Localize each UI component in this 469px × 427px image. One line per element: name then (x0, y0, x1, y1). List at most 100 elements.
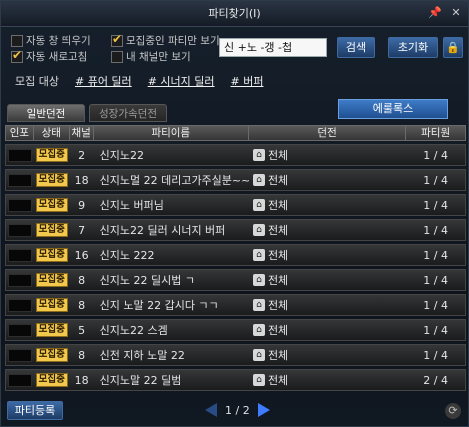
dungeon-cell: ⌂ 전체 (249, 347, 406, 363)
window-title: 파티찾기(I) (208, 7, 261, 20)
dungeon-lock-icon: ⌂ (252, 174, 265, 186)
party-name-cell: 신지노말 22 딜범 (99, 374, 182, 387)
dungeon-cell: ⌂ 전체 (249, 247, 406, 263)
header-members[interactable]: 파티원 (406, 126, 465, 140)
info-block (7, 173, 32, 187)
tag-buffer[interactable]: # 버퍼 (231, 73, 264, 89)
info-cell (6, 173, 34, 187)
search-button[interactable]: 검색 (337, 37, 375, 58)
info-cell (6, 373, 34, 387)
members-cell: 1 / 4 (423, 248, 448, 262)
dungeon-label: 전체 (267, 174, 289, 187)
close-icon[interactable]: ✕ (450, 7, 462, 19)
recruit-target-label: 모집 대상 (15, 75, 59, 88)
header-party-name[interactable]: 파티이름 (94, 126, 249, 140)
title-bar[interactable]: 파티찾기(I) 📌 ✕ (1, 1, 468, 27)
header-channel[interactable]: 채널 (70, 126, 94, 140)
channel-cell: 2 (78, 148, 86, 162)
info-cell (6, 148, 34, 162)
tab-growth-dungeon[interactable]: 성장가속던전 (89, 104, 167, 122)
status-badge: 모집중 (35, 348, 68, 362)
members-cell: 1 / 4 (423, 323, 448, 337)
dungeon-cell: ⌂ 전체 (249, 297, 406, 313)
header-dungeon[interactable]: 던전 (249, 126, 407, 140)
dungeon-label: 전체 (267, 299, 289, 312)
status-cell: 모집중 (34, 248, 70, 262)
members-cell: 1 / 4 (423, 273, 448, 287)
option-my-channel[interactable]: 내 채널만 보기 (111, 49, 191, 64)
party-name-cell: 신지노22 (99, 149, 144, 162)
dungeon-tabs: 일반던전 성장가속던전 (7, 104, 167, 122)
status-cell: 모집중 (34, 298, 70, 312)
info-block (7, 248, 32, 262)
dungeon-lock-icon: ⌂ (252, 374, 265, 386)
table-row[interactable]: 모집중 2 신지노22 ⌂ 전체 1 / 4 (5, 144, 466, 166)
tag-synergy-dealer[interactable]: # 시너지 딜러 (148, 73, 215, 89)
register-party-button[interactable]: 파티등록 (7, 401, 63, 420)
table-row[interactable]: 모집중 8 신지 노말 22 갑시다 ㄱㄱ ⌂ 전체 1 / 4 (5, 294, 466, 316)
table-row[interactable]: 모집중 18 신지노말 22 딜범 ⌂ 전체 2 / 4 (5, 369, 466, 391)
dungeon-label: 전체 (267, 349, 289, 362)
table-header: 인포 상태 채널 파티이름 던전 파티원 (5, 125, 466, 141)
search-input[interactable]: 신 +노 -갱 -첩 (219, 38, 327, 57)
channel-cell: 5 (78, 323, 86, 337)
table-row[interactable]: 모집중 16 신지노 222 ⌂ 전체 1 / 4 (5, 244, 466, 266)
party-finder-window: 파티찾기(I) 📌 ✕ 자동 창 띄우기 모집중인 파티만 보기 자동 새로고침… (0, 0, 469, 427)
dungeon-label: 전체 (267, 374, 289, 387)
table-row[interactable]: 모집중 8 신지노 22 딜시법 ㄱ ⌂ 전체 1 / 4 (5, 269, 466, 291)
tab-normal-dungeon[interactable]: 일반던전 (7, 104, 85, 122)
info-cell (6, 323, 34, 337)
members-cell: 1 / 4 (423, 198, 448, 212)
status-badge: 모집중 (35, 323, 68, 337)
channel-cell: 9 (78, 198, 86, 212)
pin-icon[interactable]: 📌 (428, 7, 442, 19)
dungeon-cell: ⌂ 전체 (249, 322, 406, 338)
checkbox-auto-refresh[interactable] (11, 48, 23, 63)
table-row[interactable]: 모집중 5 신지노22 스겜 ⌂ 전체 1 / 4 (5, 319, 466, 341)
dungeon-cell: ⌂ 전체 (249, 272, 406, 288)
option-auto-refresh[interactable]: 자동 새로고침 (11, 48, 88, 64)
channel-cell: 18 (74, 173, 89, 187)
status-badge: 모집중 (35, 298, 68, 312)
tag-pure-dealer[interactable]: # 퓨어 딜러 (75, 73, 132, 89)
option-recruiting-only[interactable]: 모집중인 파티만 보기 (111, 32, 220, 48)
dungeon-cell: ⌂ 전체 (249, 222, 406, 238)
channel-cell: 8 (78, 273, 86, 287)
option-label: 자동 새로고침 (26, 51, 88, 63)
dungeon-cell: ⌂ 전체 (249, 172, 406, 188)
members-cell: 1 / 4 (423, 173, 448, 187)
checkbox-my-channel[interactable] (111, 50, 123, 63)
option-auto-popup[interactable]: 자동 창 띄우기 (11, 33, 91, 48)
members-cell: 1 / 4 (423, 298, 448, 312)
party-name-cell: 신지노멀 22 데리고가주실분~~!! (99, 174, 249, 187)
dungeon-label: 전체 (267, 224, 289, 237)
option-label: 자동 창 띄우기 (26, 35, 91, 47)
table-row[interactable]: 모집중 9 신지노 버퍼님 ⌂ 전체 1 / 4 (5, 194, 466, 216)
checkbox-auto-popup[interactable] (11, 34, 23, 47)
status-cell: 모집중 (34, 348, 70, 362)
next-page-icon[interactable] (257, 403, 270, 417)
table-row[interactable]: 모집중 18 신지노멀 22 데리고가주실분~~!! ⌂ 전체 1 / 4 (5, 169, 466, 191)
party-name-cell: 신전 지하 노말 22 (99, 349, 185, 362)
header-status[interactable]: 상태 (34, 126, 70, 140)
channel-cell: 18 (74, 373, 89, 387)
dungeon-label: 전체 (267, 324, 289, 337)
header-info[interactable]: 인포 (6, 126, 34, 140)
info-block (7, 323, 32, 337)
dungeon-select-button[interactable]: 에룰록스 (338, 99, 448, 119)
info-cell (6, 248, 34, 262)
status-cell: 모집중 (34, 273, 70, 287)
refresh-icon[interactable]: ⟳ (445, 403, 461, 419)
status-badge: 모집중 (35, 373, 68, 387)
prev-page-icon[interactable] (205, 403, 217, 417)
status-cell: 모집중 (34, 173, 70, 187)
status-cell: 모집중 (34, 148, 70, 162)
status-cell: 모집중 (34, 223, 70, 237)
checkbox-recruiting-only[interactable] (111, 32, 123, 47)
table-row[interactable]: 모집중 8 신전 지하 노말 22 ⌂ 전체 1 / 4 (5, 344, 466, 366)
table-row[interactable]: 모집중 7 신지노22 딜러 시너지 버퍼 ⌂ 전체 1 / 4 (5, 219, 466, 241)
status-cell: 모집중 (34, 373, 70, 387)
info-cell (6, 273, 34, 287)
reset-button[interactable]: 초기화 (388, 37, 438, 58)
lock-icon[interactable]: 🔒 (443, 37, 463, 58)
